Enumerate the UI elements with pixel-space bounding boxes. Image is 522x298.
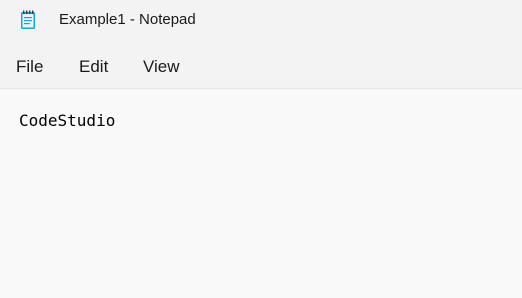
menu-bar: File Edit View <box>0 42 522 89</box>
menu-view[interactable]: View <box>143 57 180 77</box>
notepad-window: Example1 - Notepad File Edit View CodeSt… <box>0 0 522 298</box>
window-title: Example1 - Notepad <box>59 11 196 28</box>
menu-edit[interactable]: Edit <box>79 57 108 77</box>
text-editor[interactable]: CodeStudio <box>0 89 522 298</box>
notepad-icon <box>20 10 36 30</box>
menu-file[interactable]: File <box>16 57 43 77</box>
editor-content[interactable]: CodeStudio <box>19 111 115 130</box>
title-bar: Example1 - Notepad <box>0 0 522 42</box>
